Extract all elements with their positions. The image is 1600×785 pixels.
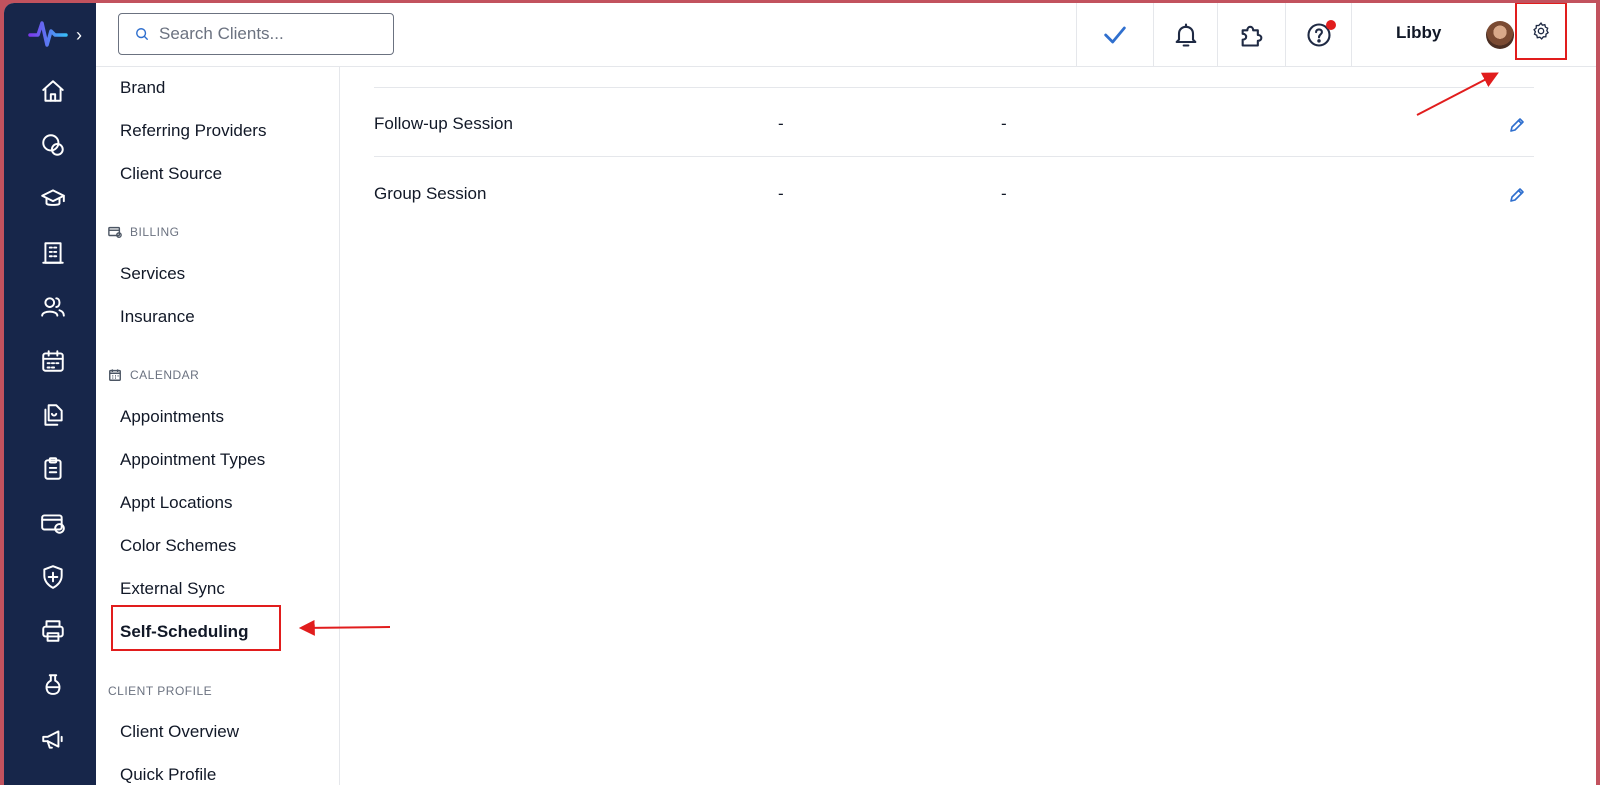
puzzle-icon xyxy=(1241,25,1262,47)
settings-item-brand[interactable]: Brand xyxy=(120,78,165,98)
home-icon[interactable] xyxy=(38,76,68,106)
shield-icon[interactable] xyxy=(38,562,68,592)
user-name[interactable]: Libby xyxy=(1396,23,1446,43)
bell-icon xyxy=(1175,23,1196,47)
lab-flask-icon[interactable] xyxy=(38,670,68,700)
checkmark-icon xyxy=(1104,26,1126,44)
billing-icon[interactable] xyxy=(38,508,68,538)
gear-icon xyxy=(1533,21,1549,40)
settings-item-services[interactable]: Services xyxy=(120,264,185,284)
section-calendar: CALENDAR xyxy=(108,368,199,382)
row-divider xyxy=(374,156,1534,157)
settings-item-client-overview[interactable]: Client Overview xyxy=(120,722,239,742)
settings-item-appointment-types[interactable]: Appointment Types xyxy=(120,450,265,470)
row-col3: - xyxy=(1001,184,1007,203)
row-col2: - xyxy=(778,114,784,133)
header-divider xyxy=(1351,3,1352,67)
settings-sidebar: Brand Referring Providers Client Source … xyxy=(96,67,340,785)
row-col2: - xyxy=(778,184,784,203)
section-billing: BILLING xyxy=(108,225,180,239)
settings-button[interactable] xyxy=(1515,3,1567,60)
notifications-button[interactable] xyxy=(1153,3,1217,67)
row-name: Follow-up Session xyxy=(374,114,513,133)
section-billing-label: BILLING xyxy=(130,225,180,239)
top-header: Libby xyxy=(96,3,1596,67)
app-logo-icon[interactable] xyxy=(28,17,68,51)
notification-dot xyxy=(1326,20,1336,30)
education-icon[interactable] xyxy=(38,184,68,214)
billing-section-icon xyxy=(108,226,122,238)
tasks-button[interactable] xyxy=(1076,3,1153,67)
section-client-profile: CLIENT PROFILE xyxy=(108,684,212,698)
calendar-section-icon xyxy=(109,369,121,381)
building-icon[interactable] xyxy=(38,238,68,268)
edit-icon[interactable] xyxy=(1508,186,1526,204)
settings-item-color-schemes[interactable]: Color Schemes xyxy=(120,536,236,556)
section-calendar-label: CALENDAR xyxy=(130,368,200,382)
row-col3: - xyxy=(1001,114,1007,133)
settings-item-insurance[interactable]: Insurance xyxy=(120,307,195,327)
section-client-profile-label: CLIENT PROFILE xyxy=(108,684,213,698)
settings-item-external-sync[interactable]: External Sync xyxy=(120,579,225,599)
search-icon xyxy=(136,28,148,40)
settings-item-client-source[interactable]: Client Source xyxy=(120,164,222,184)
calendar-icon[interactable] xyxy=(38,346,68,376)
row-name: Group Session xyxy=(374,184,487,203)
integrations-button[interactable] xyxy=(1217,3,1285,67)
edit-icon[interactable] xyxy=(1508,116,1526,134)
settings-item-referring-providers[interactable]: Referring Providers xyxy=(120,121,266,141)
settings-item-appt-locations[interactable]: Appt Locations xyxy=(120,493,232,513)
settings-item-appointments[interactable]: Appointments xyxy=(120,407,224,427)
documents-icon[interactable] xyxy=(38,400,68,430)
main-content: Follow-up Session - - Group Session - - xyxy=(341,67,1596,785)
row-divider xyxy=(374,87,1534,88)
users-icon[interactable] xyxy=(38,292,68,322)
search-box[interactable] xyxy=(118,13,394,55)
avatar[interactable] xyxy=(1486,21,1514,49)
highlight-box-self-scheduling xyxy=(111,605,281,651)
printer-icon[interactable] xyxy=(38,616,68,646)
help-button[interactable] xyxy=(1285,3,1351,67)
search-input[interactable] xyxy=(159,24,379,44)
app-window: › Search Clients... Libby Brand Referrin… xyxy=(4,3,1596,785)
clipboard-icon[interactable] xyxy=(38,454,68,484)
messages-icon[interactable] xyxy=(38,130,68,160)
left-rail: › xyxy=(4,3,96,785)
expand-rail-icon[interactable]: › xyxy=(76,25,90,45)
megaphone-icon[interactable] xyxy=(38,724,68,754)
settings-item-quick-profile[interactable]: Quick Profile xyxy=(120,765,216,785)
